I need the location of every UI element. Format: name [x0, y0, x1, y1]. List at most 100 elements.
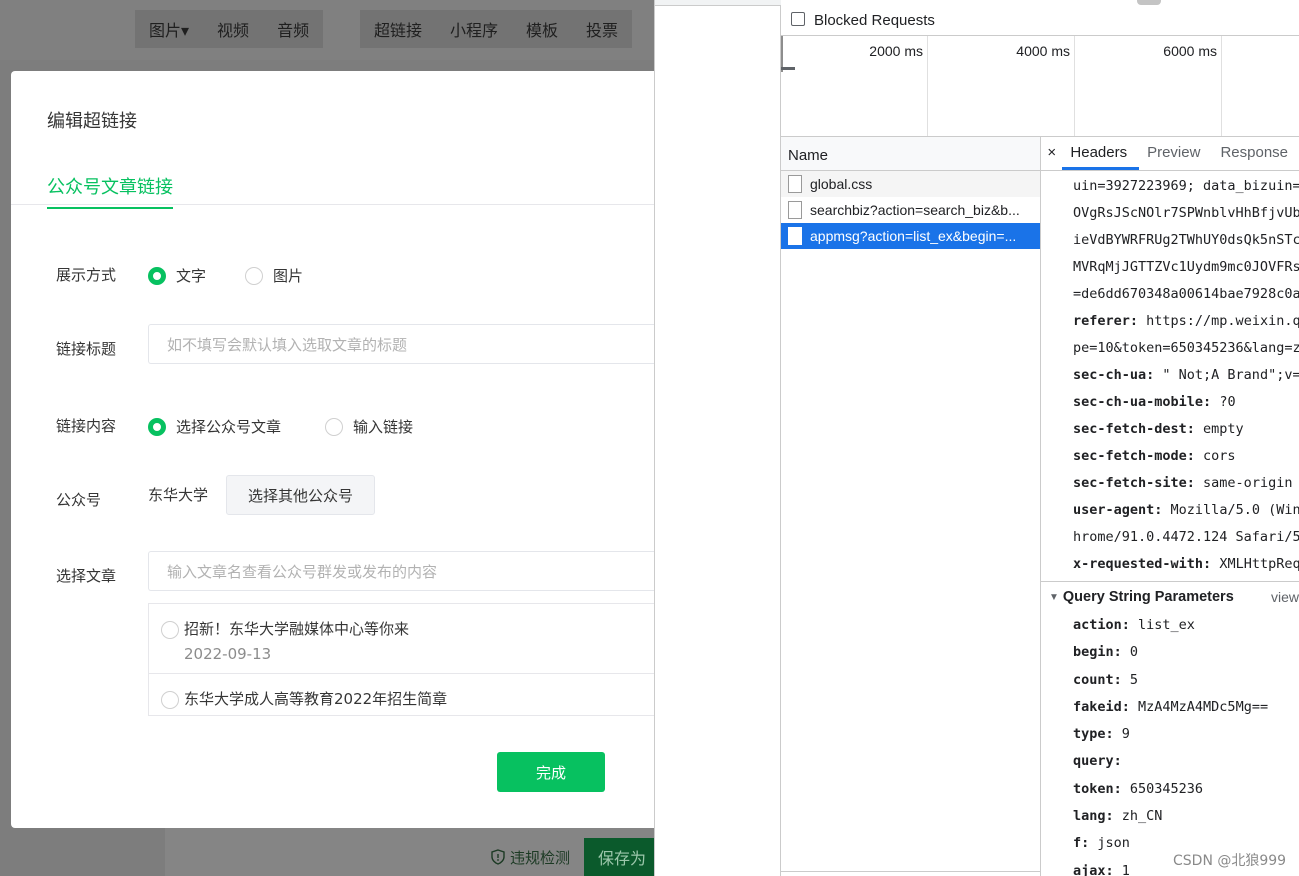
- timeline-gridline: [927, 36, 928, 136]
- header-value: ?0: [1219, 394, 1236, 410]
- compliance-check-button[interactable]: 违规检测: [490, 847, 570, 868]
- display-radio-text[interactable]: 文字: [148, 265, 206, 286]
- header-key: ajax:: [1073, 862, 1122, 876]
- request-detail-panel: × Headers Preview Response uin=392722396…: [1041, 137, 1299, 876]
- network-timeline[interactable]: 2000 ms 4000 ms 6000 ms: [781, 36, 1299, 137]
- query-param-line: count: 5: [1073, 667, 1299, 694]
- toolbar-video[interactable]: 视频: [203, 17, 263, 41]
- header-line: =de6dd670348a00614bae7928c0a: [1073, 281, 1299, 308]
- query-param-line: fakeid: MzA4MzA4MDc5Mg==: [1073, 694, 1299, 721]
- article-date: 2022-09-13: [184, 645, 272, 663]
- request-name: global.css: [810, 176, 873, 192]
- toolbar-image[interactable]: 图片▾: [135, 17, 203, 41]
- blocked-requests-checkbox[interactable]: [791, 12, 805, 26]
- header-value: ieVdBYWRFRUg2TWhUY0dsQk5nSTc: [1073, 232, 1299, 248]
- toolbar-miniprogram[interactable]: 小程序: [436, 17, 512, 41]
- scrollbar-thumb[interactable]: [1137, 0, 1161, 5]
- header-key: query:: [1073, 753, 1122, 770]
- header-key: lang:: [1073, 808, 1122, 825]
- header-key: sec-fetch-dest:: [1073, 421, 1204, 437]
- header-line: uin=3927223969; data_bizuin=: [1073, 173, 1299, 200]
- edit-hyperlink-dialog: 编辑超链接 公众号文章链接 展示方式 文字 图片 链接标题 如不填写会默认填入选…: [11, 71, 654, 828]
- header-line: hrome/91.0.4472.124 Safari/5: [1073, 524, 1299, 551]
- radio-unchecked-icon: [245, 266, 263, 285]
- view-source-link[interactable]: view: [1271, 589, 1299, 605]
- toolbar-media-group: 图片▾ 视频 音频: [135, 10, 324, 48]
- header-value: Mozilla/5.0 (Wind: [1170, 502, 1299, 518]
- status-bar-divider: [781, 871, 1041, 872]
- toolbar-audio[interactable]: 音频: [263, 17, 323, 41]
- list-item[interactable]: 招新！东华大学融媒体中心等你来 2022-09-13: [149, 604, 654, 674]
- toolbar-vote[interactable]: 投票: [572, 17, 632, 41]
- display-radio-image[interactable]: 图片: [245, 265, 303, 286]
- watermark: CSDN @北狼999: [1173, 853, 1287, 869]
- request-row[interactable]: global.css: [781, 171, 1040, 197]
- article-search-input[interactable]: 输入文章名查看公众号群发或发布的内容: [148, 551, 654, 591]
- header-value: =de6dd670348a00614bae7928c0a: [1073, 286, 1299, 302]
- header-key: sec-fetch-mode:: [1073, 448, 1204, 464]
- header-value: json: [1097, 835, 1130, 852]
- header-key: type:: [1073, 726, 1122, 743]
- name-column-header[interactable]: Name: [781, 137, 1040, 171]
- done-button[interactable]: 完成: [497, 752, 605, 792]
- query-param-line: type: 9: [1073, 721, 1299, 748]
- request-row-selected[interactable]: appmsg?action=list_ex&begin=...: [781, 223, 1040, 249]
- header-value: MVRqMjJGTTZVc1Uydm9mc0JOVFRs: [1073, 259, 1299, 275]
- timeline-label: 2000 ms: [869, 43, 923, 59]
- editor-bottom-bar: 违规检测 保存为: [490, 838, 654, 876]
- query-param-line: token: 650345236: [1073, 776, 1299, 803]
- close-icon[interactable]: ×: [1041, 144, 1062, 170]
- tab-response[interactable]: Response: [1212, 144, 1299, 170]
- display-mode-label: 展示方式: [56, 266, 117, 284]
- triangle-down-icon: ▼: [1049, 591, 1059, 603]
- header-line: sec-ch-ua: " Not;A Brand";v=": [1073, 362, 1299, 389]
- link-content-label: 链接内容: [56, 417, 117, 435]
- header-value: " Not;A Brand";v=": [1162, 367, 1299, 383]
- header-line: x-requested-with: XMLHttpReque: [1073, 551, 1299, 578]
- header-key: sec-fetch-site:: [1073, 475, 1204, 491]
- choose-other-account-button[interactable]: 选择其他公众号: [226, 475, 375, 515]
- header-value: 1: [1121, 862, 1130, 876]
- content-radio-article[interactable]: 选择公众号文章: [148, 416, 281, 437]
- request-name: appmsg?action=list_ex&begin=...: [810, 228, 1017, 244]
- header-value: same-origin: [1203, 475, 1293, 491]
- devtools-panel: Blocked Requests 2000 ms 4000 ms 6000 ms…: [654, 0, 1299, 876]
- query-param-line: query:: [1073, 748, 1299, 775]
- choose-article-label: 选择文章: [56, 567, 117, 585]
- content-radio-url[interactable]: 输入链接: [325, 416, 413, 437]
- query-string-section-header[interactable]: ▼ Query String Parameters view: [1041, 581, 1299, 612]
- radio-unchecked-icon: [325, 417, 343, 436]
- header-value: 5: [1129, 671, 1139, 688]
- header-key: sec-ch-ua:: [1073, 367, 1163, 383]
- radio-checked-icon: [148, 266, 166, 285]
- toolbar-template[interactable]: 模板: [512, 17, 572, 41]
- article-title: 东华大学成人高等教育2022年招生简章: [184, 690, 448, 708]
- header-line: MVRqMjJGTTZVc1Uydm9mc0JOVFRs: [1073, 254, 1299, 281]
- detail-tabs: × Headers Preview Response: [1041, 137, 1299, 171]
- save-as-button[interactable]: 保存为: [584, 838, 654, 876]
- account-name: 东华大学: [148, 486, 209, 504]
- header-value: zh_CN: [1121, 808, 1163, 825]
- request-headers-list: uin=3927223969; data_bizuin= OVgRsJScNOlr…: [1041, 171, 1299, 578]
- header-line: sec-fetch-mode: cors: [1073, 443, 1299, 470]
- request-row[interactable]: searchbiz?action=search_biz&b...: [781, 197, 1040, 223]
- article-list: 招新！东华大学融媒体中心等你来 2022-09-13 东华大学成人高等教育202…: [148, 603, 654, 716]
- radio-unchecked-icon: [161, 621, 179, 639]
- tab-preview[interactable]: Preview: [1139, 144, 1212, 170]
- header-line: pe=10&token=650345236&lang=z: [1073, 335, 1299, 362]
- link-title-input[interactable]: 如不填写会默认填入选取文章的标题: [148, 324, 654, 364]
- timeline-label: 4000 ms: [1016, 43, 1070, 59]
- account-label: 公众号: [56, 491, 102, 509]
- radio-label: 文字: [176, 267, 207, 285]
- header-key: count:: [1073, 671, 1130, 688]
- header-value: pe=10&token=650345236&lang=z: [1073, 340, 1299, 356]
- toolbar-insert-group: 超链接 小程序 模板 投票: [360, 10, 633, 48]
- file-icon: [788, 175, 802, 193]
- editor-toolbar: 图片▾ 视频 音频 超链接 小程序 模板 投票: [0, 0, 654, 60]
- tab-headers[interactable]: Headers: [1062, 144, 1140, 170]
- query-param-line: lang: zh_CN: [1073, 803, 1299, 830]
- list-item[interactable]: 东华大学成人高等教育2022年招生简章: [149, 674, 654, 715]
- toolbar-hyperlink[interactable]: 超链接: [360, 17, 436, 41]
- radio-unchecked-icon: [161, 691, 179, 709]
- header-key: begin:: [1073, 644, 1130, 661]
